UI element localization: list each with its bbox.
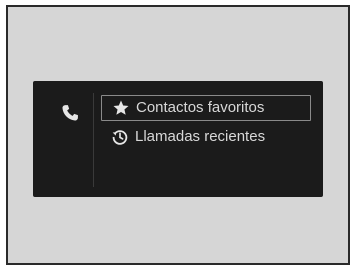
phone-options-list: Contactos favoritos Llamadas recientes [101,95,311,153]
favorite-contacts-item[interactable]: Contactos favoritos [101,95,311,121]
phone-menu-screen: Contactos favoritos Llamadas recientes [33,81,323,197]
recent-calls-icon [112,130,128,145]
phone-icon [62,105,78,121]
favorite-contacts-label: Contactos favoritos [136,99,265,116]
column-divider [93,93,94,187]
star-icon [113,100,129,115]
recent-calls-label: Llamadas recientes [135,128,266,145]
recent-calls-item[interactable]: Llamadas recientes [101,125,311,149]
phone-column [33,81,93,197]
figure-frame: Contactos favoritos Llamadas recientes [6,5,350,265]
